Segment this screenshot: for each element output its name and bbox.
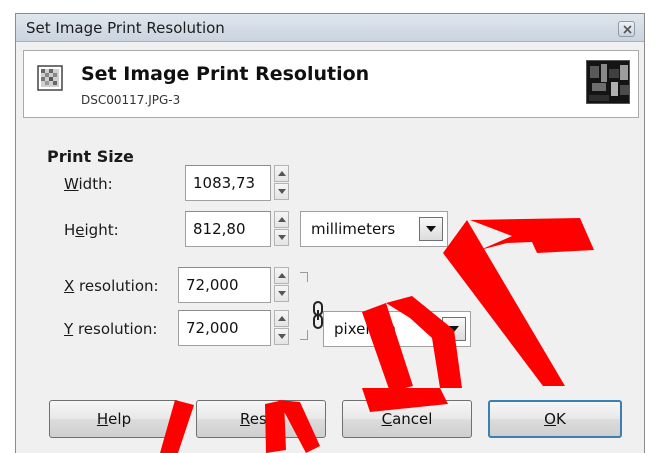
y-resolution-increment[interactable] (274, 310, 289, 327)
chain-bracket-top (300, 272, 308, 282)
width-increment[interactable] (274, 165, 289, 182)
resolution-unit-value: pixels/in (334, 320, 397, 338)
header-subtitle: DSC00117.JPG-3 (81, 93, 181, 107)
height-label: Height: (64, 221, 119, 239)
resolution-unit-dropdown[interactable]: pixels/in (323, 311, 471, 347)
x-resolution-input[interactable]: 72,000 (178, 267, 271, 303)
dialog-window: Set Image Print Resolution Set Image Pri… (15, 13, 645, 453)
width-label: Width: (64, 175, 113, 193)
width-input[interactable]: 1083,73 (185, 165, 271, 201)
help-button[interactable]: Help (49, 400, 179, 438)
width-spinner[interactable] (274, 165, 289, 201)
y-resolution-decrement[interactable] (274, 328, 289, 345)
x-resolution-decrement[interactable] (274, 285, 289, 302)
size-unit-dropdown[interactable]: millimeters (300, 211, 448, 247)
reset-button[interactable]: Reset (196, 400, 326, 438)
y-resolution-input[interactable]: 72,000 (178, 310, 271, 346)
ok-button[interactable]: OK (488, 400, 622, 438)
width-decrement[interactable] (274, 183, 289, 200)
height-decrement[interactable] (274, 229, 289, 246)
y-resolution-label: Y resolution: (64, 320, 158, 338)
print-size-heading: Print Size (47, 147, 134, 166)
x-resolution-label: X resolution: (64, 277, 159, 295)
close-button[interactable] (618, 21, 635, 37)
height-spinner[interactable] (274, 211, 289, 247)
window-title: Set Image Print Resolution (26, 19, 225, 37)
height-input[interactable]: 812,80 (185, 211, 271, 247)
image-thumbnail (586, 60, 630, 104)
print-resolution-icon (37, 65, 63, 91)
height-increment[interactable] (274, 211, 289, 228)
size-unit-value: millimeters (311, 220, 396, 238)
dialog-header: Set Image Print Resolution DSC00117.JPG-… (23, 50, 639, 118)
x-resolution-spinner[interactable] (274, 267, 289, 303)
x-resolution-increment[interactable] (274, 267, 289, 284)
chevron-down-icon[interactable] (442, 317, 466, 341)
header-title: Set Image Print Resolution (81, 63, 370, 85)
title-bar: Set Image Print Resolution (16, 14, 644, 42)
chevron-down-icon[interactable] (419, 217, 443, 241)
chain-bracket-bottom (300, 330, 308, 340)
close-icon (623, 25, 632, 34)
cancel-button[interactable]: Cancel (342, 400, 472, 438)
y-resolution-spinner[interactable] (274, 310, 289, 346)
